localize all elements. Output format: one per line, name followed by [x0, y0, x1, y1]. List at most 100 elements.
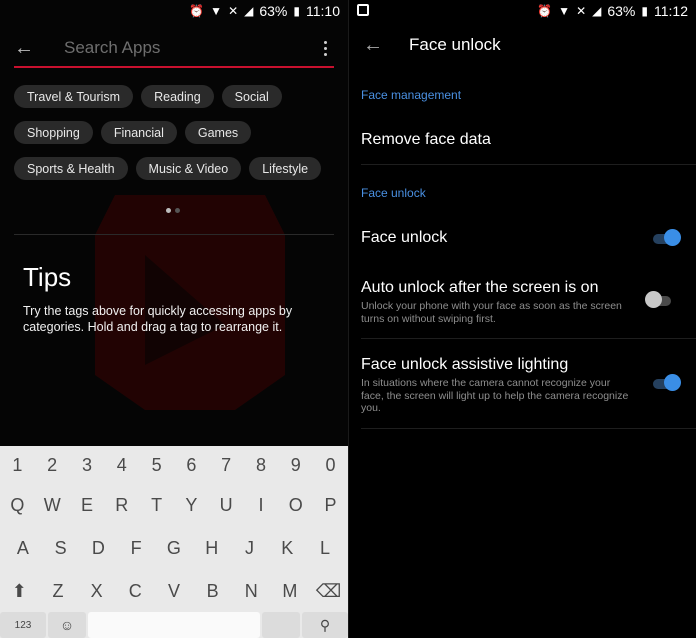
clock: 11:12	[654, 3, 688, 19]
key-7[interactable]: 7	[211, 455, 241, 476]
signal-icon: ◢	[592, 4, 602, 18]
key-k[interactable]: K	[272, 538, 302, 559]
assistive-lighting-row[interactable]: Face unlock assistive lighting In situat…	[349, 347, 696, 427]
key-a[interactable]: A	[8, 538, 38, 559]
gallery-notification-icon	[357, 4, 369, 16]
key-t[interactable]: T	[142, 495, 172, 516]
divider	[361, 338, 696, 339]
key-o[interactable]: O	[281, 495, 311, 516]
key-l[interactable]: L	[310, 538, 340, 559]
auto-unlock-toggle[interactable]	[645, 291, 675, 309]
key-h[interactable]: H	[197, 538, 227, 559]
face-unlock-toggle[interactable]	[651, 229, 681, 247]
chip-sports-health[interactable]: Sports & Health	[14, 157, 128, 180]
app-bar: ← Face unlock	[349, 30, 696, 60]
chip-row: Travel & Tourism Reading Social	[14, 85, 339, 108]
auto-unlock-description: Unlock your phone with your face as soon…	[361, 300, 622, 325]
search-bar: ←	[14, 30, 334, 68]
battery-icon: ▮	[641, 4, 648, 18]
key-s[interactable]: S	[46, 538, 76, 559]
alarm-icon: ⏰	[537, 4, 553, 18]
keyboard-bottom-row: 123 ☺ ⚲	[0, 612, 348, 638]
key-5[interactable]: 5	[142, 455, 172, 476]
space-bar[interactable]	[88, 612, 260, 638]
chip-financial[interactable]: Financial	[100, 121, 177, 144]
assistive-lighting-toggle[interactable]	[651, 374, 681, 392]
more-options-icon[interactable]	[320, 40, 330, 56]
status-bar: ⏰ ▼ ✕ ◢ 63% ▮ 11:12	[349, 0, 696, 22]
key-n[interactable]: N	[236, 581, 266, 602]
chip-reading[interactable]: Reading	[141, 85, 214, 108]
chip-games[interactable]: Games	[184, 121, 252, 144]
chip-row: Sports & Health Music & Video Lifestyle	[14, 157, 339, 180]
no-signal-icon: ✕	[228, 4, 239, 18]
key-1[interactable]: 1	[2, 455, 32, 476]
key-0[interactable]: 0	[316, 455, 346, 476]
wifi-icon: ▼	[558, 4, 571, 18]
key-8[interactable]: 8	[246, 455, 276, 476]
app-drawer-panel: ⏰ ▼ ✕ ◢ 63% ▮ 11:10 ← Travel & Tourism R…	[0, 0, 348, 638]
key-f[interactable]: F	[121, 538, 151, 559]
shift-icon[interactable]: ⬆	[4, 581, 34, 602]
key-y[interactable]: Y	[176, 495, 206, 516]
chip-travel-tourism[interactable]: Travel & Tourism	[14, 85, 134, 108]
face-unlock-label: Face unlock	[361, 229, 448, 246]
status-bar: ⏰ ▼ ✕ ◢ 63% ▮ 11:10	[0, 0, 348, 22]
key-p[interactable]: P	[316, 495, 346, 516]
key-q[interactable]: Q	[2, 495, 32, 516]
chip-shopping[interactable]: Shopping	[14, 121, 93, 144]
clock: 11:10	[306, 3, 340, 19]
chip-row: Shopping Financial Games	[14, 121, 339, 144]
search-input[interactable]	[64, 38, 320, 58]
back-arrow-icon[interactable]: ←	[363, 34, 387, 57]
tips-text: Try the tags above for quickly accessing…	[23, 304, 293, 334]
key-4[interactable]: 4	[107, 455, 137, 476]
battery-percent: 63%	[607, 3, 636, 19]
key-z[interactable]: Z	[43, 581, 73, 602]
emoji-icon[interactable]: ☺	[48, 612, 86, 638]
key-9[interactable]: 9	[281, 455, 311, 476]
auto-unlock-row[interactable]: Auto unlock after the screen is on Unloc…	[349, 270, 696, 334]
face-unlock-settings-panel: ⏰ ▼ ✕ ◢ 63% ▮ 11:12 ← Face unlock Face m…	[349, 0, 696, 638]
signal-icon: ◢	[244, 4, 254, 18]
wifi-icon: ▼	[210, 4, 223, 18]
chip-social[interactable]: Social	[221, 85, 282, 108]
key-r[interactable]: R	[107, 495, 137, 516]
remove-face-data-item[interactable]: Remove face data	[349, 115, 696, 163]
key-g[interactable]: G	[159, 538, 189, 559]
face-unlock-toggle-row[interactable]: Face unlock	[349, 215, 696, 261]
key-m[interactable]: M	[275, 581, 305, 602]
chip-music-video[interactable]: Music & Video	[135, 157, 242, 180]
divider	[14, 234, 334, 235]
remove-face-data-label: Remove face data	[361, 131, 491, 148]
key-u[interactable]: U	[211, 495, 241, 516]
keyboard-row-zxcv: ⬆ Z X C V B N M ⌫	[0, 576, 348, 606]
section-face-unlock: Face unlock	[361, 186, 426, 200]
key-6[interactable]: 6	[176, 455, 206, 476]
symbols-key[interactable]: 123	[0, 612, 46, 638]
assistive-lighting-description: In situations where the camera cannot re…	[361, 377, 629, 414]
key-c[interactable]: C	[120, 581, 150, 602]
key-e[interactable]: E	[72, 495, 102, 516]
chip-lifestyle[interactable]: Lifestyle	[249, 157, 322, 180]
key-x[interactable]: X	[82, 581, 112, 602]
key-3[interactable]: 3	[72, 455, 102, 476]
key-d[interactable]: D	[83, 538, 113, 559]
key-i[interactable]: I	[246, 495, 276, 516]
key-b[interactable]: B	[198, 581, 228, 602]
key-w[interactable]: W	[37, 495, 67, 516]
backspace-icon[interactable]: ⌫	[314, 581, 344, 602]
back-arrow-icon[interactable]: ←	[14, 38, 36, 58]
keyboard-row-qwerty: Q W E R T Y U I O P	[0, 490, 348, 520]
key-v[interactable]: V	[159, 581, 189, 602]
tips-title: Tips	[23, 262, 72, 292]
assistive-lighting-label: Face unlock assistive lighting	[361, 356, 569, 373]
key-2[interactable]: 2	[37, 455, 67, 476]
battery-icon: ▮	[293, 4, 300, 18]
comma-key[interactable]	[262, 612, 300, 638]
key-j[interactable]: J	[234, 538, 264, 559]
no-signal-icon: ✕	[576, 4, 587, 18]
auto-unlock-label: Auto unlock after the screen is on	[361, 279, 599, 296]
alarm-icon: ⏰	[189, 4, 205, 18]
search-key-icon[interactable]: ⚲	[302, 612, 348, 638]
